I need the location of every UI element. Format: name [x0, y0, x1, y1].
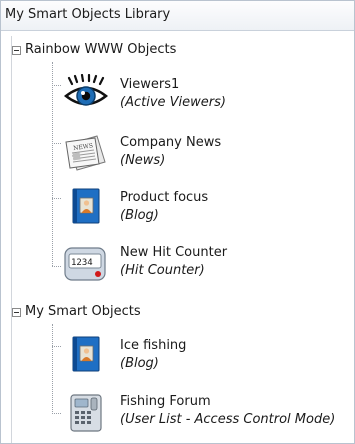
item-name: Company News: [120, 135, 222, 150]
tree-connector: [52, 266, 61, 267]
group-label: My Smart Objects: [25, 304, 141, 319]
hit-counter-icon: 1234: [63, 242, 109, 286]
newspaper-icon: NEWS: [63, 132, 109, 176]
item-type: (Hit Counter): [120, 263, 205, 278]
tree-item-new-hit-counter[interactable]: 1234 New Hit Counter (Hit Counter): [12, 242, 355, 286]
item-type: (Blog): [120, 208, 159, 223]
collapse-toggle-icon[interactable]: [12, 308, 21, 317]
item-type: (News): [120, 153, 166, 168]
tree-item-product-focus[interactable]: Product focus (Blog): [12, 187, 355, 231]
tree-item-fishing-forum[interactable]: Fishing Forum (User List - Access Contro…: [12, 391, 355, 435]
panel-header: My Smart Objects Library: [1, 1, 354, 31]
item-type: (Blog): [120, 356, 159, 371]
eye-icon: [63, 73, 109, 118]
objects-tree[interactable]: Rainbow WWW Objects Viewers1 (Active Vie…: [11, 36, 354, 443]
collapse-toggle-icon[interactable]: [12, 46, 21, 55]
tree-item-ice-fishing[interactable]: Ice fishing (Blog): [12, 335, 355, 379]
tree-connector: [52, 413, 61, 414]
smart-objects-library-panel: My Smart Objects Library Rainbow WWW Obj…: [0, 0, 355, 444]
group-label: Rainbow WWW Objects: [25, 42, 177, 57]
keypad-lock-icon: [63, 391, 109, 435]
panel-title: My Smart Objects Library: [5, 7, 171, 22]
item-name: Product focus: [120, 190, 209, 205]
tree-item-viewers1[interactable]: Viewers1 (Active Viewers): [12, 73, 355, 118]
item-name: Fishing Forum: [120, 394, 211, 409]
item-name: Viewers1: [120, 77, 180, 92]
counter-digits: 1234: [71, 258, 93, 268]
tree-item-company-news[interactable]: NEWS Company News (News): [12, 132, 355, 176]
item-name: New Hit Counter: [120, 245, 228, 260]
blog-book-icon: [63, 335, 109, 379]
tree-connector: [52, 346, 61, 347]
tree-connector: [52, 198, 61, 199]
item-type: (Active Viewers): [120, 95, 226, 110]
item-type: (User List - Access Control Mode): [120, 412, 336, 427]
tree-connector: [52, 143, 61, 144]
item-name: Ice fishing: [120, 338, 187, 353]
blog-book-icon: [63, 187, 109, 231]
tree-connector: [52, 85, 61, 86]
